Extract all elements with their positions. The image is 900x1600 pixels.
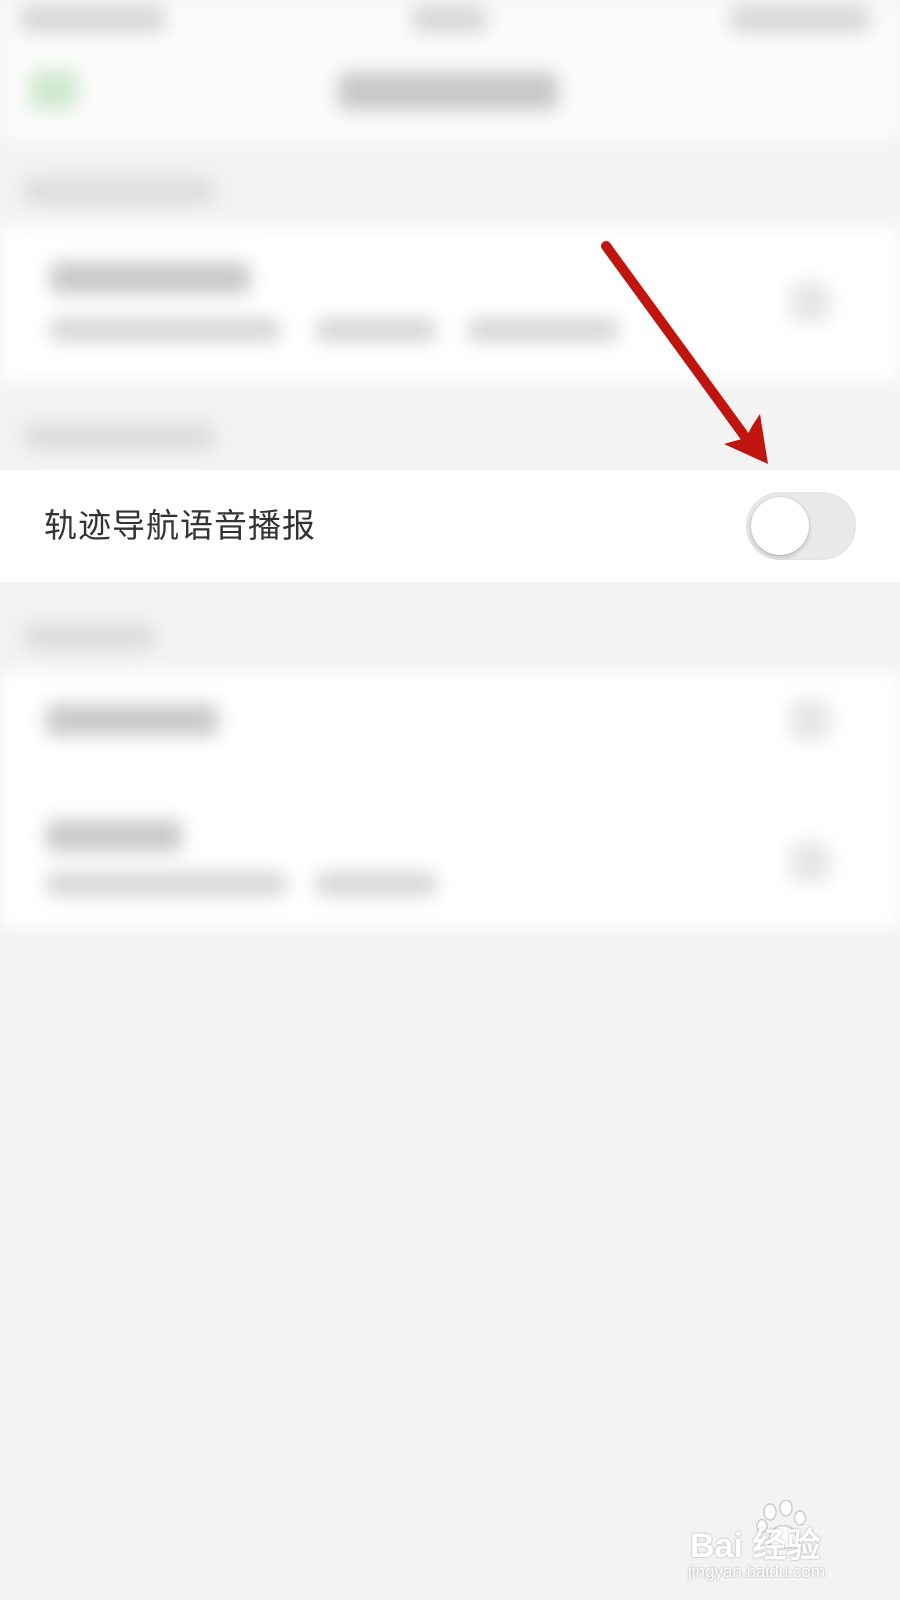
section-header-3 [24, 624, 154, 650]
section-header-1 [24, 178, 214, 204]
status-bar-left [20, 6, 165, 32]
watermark-site: jingyan.baidu.com [688, 1562, 826, 1581]
settings-group-3 [0, 672, 900, 928]
setting-4-title[interactable] [46, 820, 182, 852]
track-nav-voice-label: 轨迹导航语音播报 [44, 506, 316, 545]
setting-row-track-nav-voice: 轨迹导航语音播报 [0, 470, 900, 582]
section-header-2 [24, 424, 214, 450]
setting-1-chevron [790, 282, 830, 322]
settings-group-1 [0, 226, 900, 382]
setting-4-chevron [790, 842, 830, 882]
setting-3-title[interactable] [46, 704, 218, 736]
status-bar-center [412, 6, 487, 32]
setting-4-desc-a [46, 872, 286, 896]
setting-3-chevron [790, 700, 830, 740]
annotation-arrow-head [724, 414, 768, 464]
setting-4-desc-b [316, 872, 436, 896]
toggle-knob[interactable] [751, 497, 809, 555]
setting-1-desc-c [468, 318, 618, 342]
back-button[interactable] [30, 70, 78, 110]
baidu-paw-icon [756, 1500, 807, 1550]
annotation-arrow [601, 241, 768, 464]
setting-1-desc-b [316, 318, 436, 342]
page-title [338, 72, 558, 110]
status-bar-right [730, 6, 870, 32]
setting-1-desc-a [50, 318, 280, 342]
watermark-logo: Bai 经验 [690, 1527, 821, 1565]
setting-1-title[interactable] [50, 262, 250, 294]
baidu-jingyan-watermark: Bai 经验 jingyan.baidu.com [686, 1500, 886, 1590]
track-nav-voice-toggle[interactable] [746, 492, 856, 560]
header-bar [0, 0, 900, 140]
annotation-arrow-shaft [601, 241, 751, 443]
